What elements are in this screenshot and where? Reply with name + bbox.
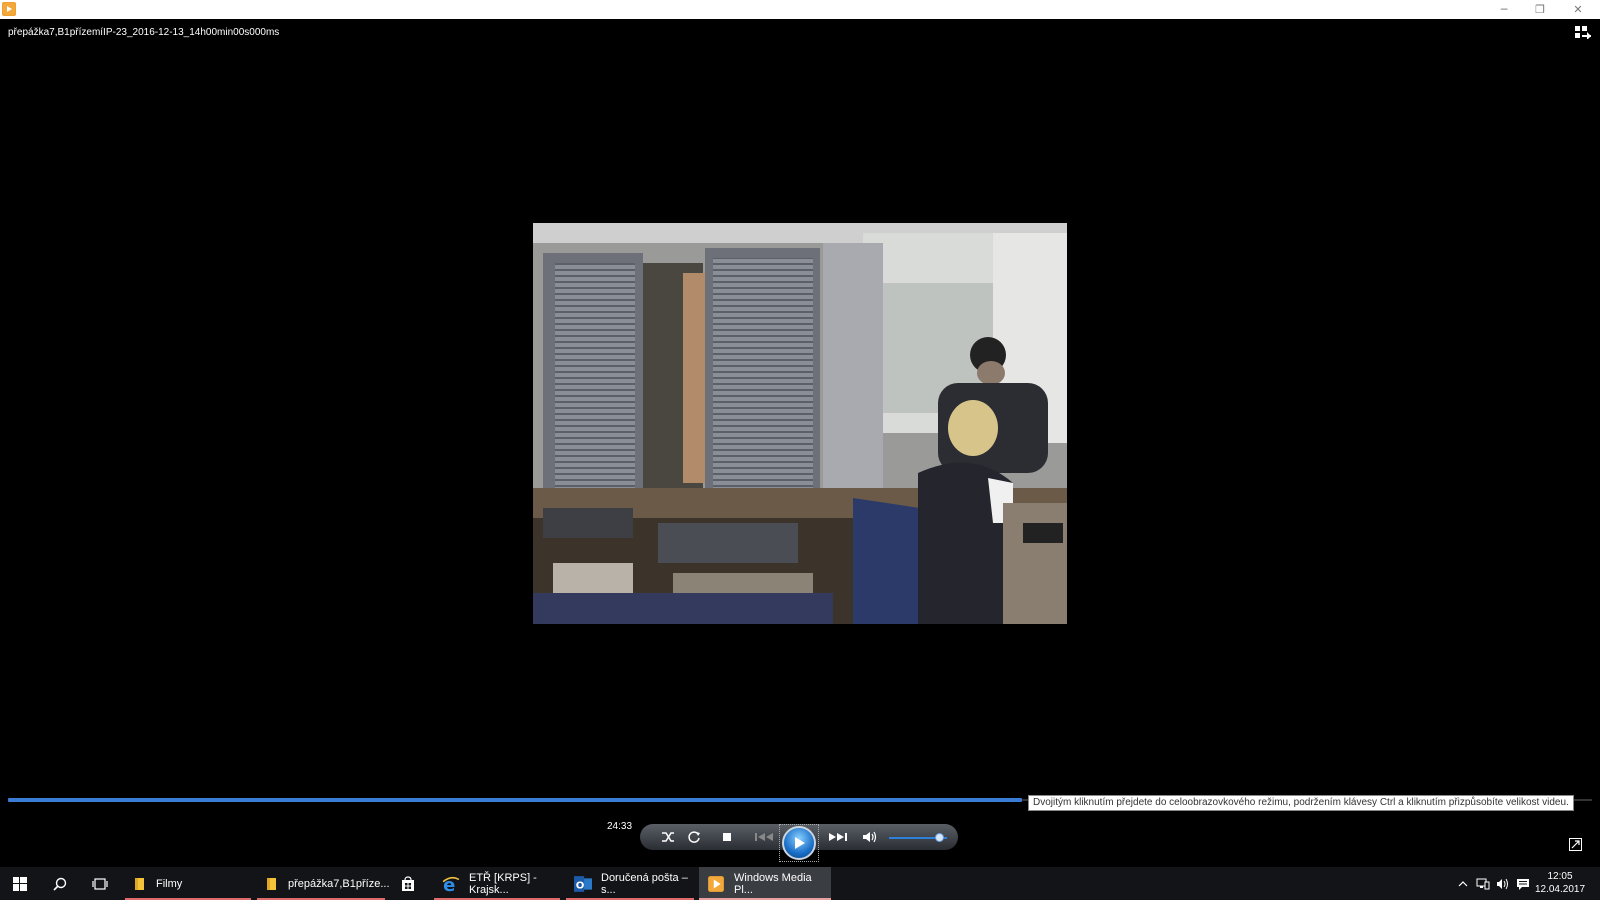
clock-date: 12.04.2017 bbox=[1534, 884, 1586, 895]
next-icon bbox=[829, 833, 847, 841]
switch-to-compact-mode-icon[interactable] bbox=[1569, 838, 1582, 851]
svg-text:O: O bbox=[576, 880, 585, 891]
volume-thumb[interactable] bbox=[935, 833, 945, 842]
stop-icon bbox=[723, 833, 731, 841]
clock-time: 12:05 bbox=[1547, 871, 1573, 882]
repeat-icon bbox=[688, 831, 700, 843]
restore-icon: ❐ bbox=[1535, 3, 1545, 16]
network-tray-button[interactable] bbox=[1474, 867, 1492, 900]
tooltip: Dvojitým kliknutím přejdete do celoobraz… bbox=[1028, 795, 1574, 811]
task-view-button[interactable] bbox=[80, 867, 120, 900]
show-hidden-icons-button[interactable] bbox=[1454, 867, 1472, 900]
taskbar-item-windows-media-player[interactable]: Windows Media Pl... bbox=[699, 867, 831, 900]
close-button[interactable]: ✕ bbox=[1560, 0, 1596, 19]
volume-icon bbox=[863, 831, 877, 843]
previous-icon bbox=[755, 833, 773, 841]
taskbar-item-outlook[interactable]: O Doručená pošta – s... bbox=[566, 867, 694, 900]
next-button[interactable] bbox=[824, 827, 850, 847]
media-player-app-icon[interactable] bbox=[2, 2, 16, 16]
taskbar-item-label: Filmy bbox=[156, 877, 183, 890]
taskbar-item-label: ETŘ [KRPS] - Krajsk... bbox=[469, 871, 537, 896]
chevron-up-icon bbox=[1458, 880, 1468, 886]
action-center-button[interactable] bbox=[1514, 867, 1532, 900]
close-icon: ✕ bbox=[1573, 3, 1583, 16]
repeat-button[interactable] bbox=[683, 827, 705, 847]
taskbar-item-store[interactable] bbox=[388, 867, 428, 900]
taskbar-clock[interactable]: 12:05 12.04.2017 bbox=[1532, 870, 1588, 896]
internet-explorer-icon: e bbox=[442, 875, 460, 893]
volume-slider[interactable] bbox=[889, 833, 947, 842]
desktop: ─ ❐ ✕ přepážka7,B1přízemíIP-23_2016-12-1… bbox=[0, 0, 1600, 900]
speaker-icon bbox=[1497, 878, 1508, 889]
network-icon bbox=[1476, 878, 1490, 889]
task-view-icon bbox=[92, 877, 108, 890]
now-playing-title: přepážka7,B1přízemíIP-23_2016-12-13_14h0… bbox=[8, 27, 280, 38]
shuffle-button[interactable] bbox=[657, 827, 679, 847]
taskbar-item-label: Doručená pošta – s... bbox=[601, 871, 688, 896]
minimize-button[interactable]: ─ bbox=[1486, 0, 1522, 19]
seek-progress bbox=[8, 798, 1022, 802]
start-button[interactable] bbox=[0, 867, 40, 900]
folder-icon bbox=[267, 877, 276, 890]
taskbar-item-label: přepážka7,B1příze... bbox=[288, 877, 390, 890]
video-still bbox=[533, 223, 1067, 624]
stop-button[interactable] bbox=[716, 827, 738, 847]
taskbar-item-label: Windows Media Pl... bbox=[734, 871, 812, 896]
play-button[interactable] bbox=[782, 826, 816, 860]
outlook-icon: O bbox=[574, 875, 592, 892]
previous-button[interactable] bbox=[752, 827, 778, 847]
taskbar-item-folder-prepazka[interactable]: přepážka7,B1příze... bbox=[257, 867, 390, 900]
play-icon bbox=[795, 837, 805, 849]
taskbar-item-filmy[interactable]: Filmy bbox=[125, 867, 251, 900]
windows-media-player-icon bbox=[708, 875, 724, 892]
notification-icon bbox=[1517, 878, 1529, 890]
search-icon bbox=[53, 877, 67, 891]
store-icon bbox=[402, 875, 414, 891]
windows-logo-icon bbox=[13, 876, 27, 891]
shuffle-icon bbox=[662, 832, 674, 842]
folder-icon bbox=[135, 877, 144, 890]
title-bar: ─ ❐ ✕ bbox=[0, 0, 1600, 19]
restore-button[interactable]: ❐ bbox=[1522, 0, 1558, 19]
mute-button[interactable] bbox=[859, 827, 881, 847]
volume-tray-button[interactable] bbox=[1494, 867, 1512, 900]
taskbar-item-internet-explorer[interactable]: e ETŘ [KRPS] - Krajsk... bbox=[434, 867, 560, 900]
search-button[interactable] bbox=[40, 867, 80, 900]
video-frame[interactable] bbox=[533, 223, 1067, 624]
elapsed-time: 24:33 bbox=[607, 821, 633, 832]
switch-to-library-icon[interactable] bbox=[1574, 25, 1592, 39]
minimize-icon: ─ bbox=[1500, 3, 1508, 16]
